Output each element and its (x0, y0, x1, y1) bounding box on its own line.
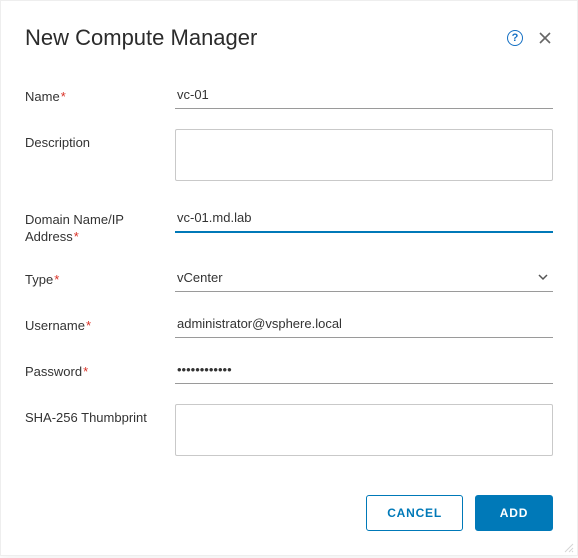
type-select[interactable] (175, 266, 553, 292)
label-type: Type* (25, 266, 175, 289)
thumbprint-field[interactable] (175, 404, 553, 456)
new-compute-manager-dialog: New Compute Manager ? Name* Description … (0, 0, 578, 556)
label-description: Description (25, 129, 175, 152)
cancel-button[interactable]: CANCEL (366, 495, 463, 531)
dialog-title: New Compute Manager (25, 25, 257, 51)
name-field[interactable] (175, 83, 553, 109)
close-icon[interactable] (537, 30, 553, 46)
description-field[interactable] (175, 129, 553, 181)
header-icons: ? (507, 30, 553, 46)
required-marker: * (61, 89, 66, 104)
password-field[interactable] (175, 358, 553, 384)
type-field[interactable] (175, 266, 553, 292)
username-field[interactable] (175, 312, 553, 338)
label-thumbprint: SHA-256 Thumbprint (25, 404, 175, 427)
required-marker: * (54, 272, 59, 287)
add-button[interactable]: ADD (475, 495, 553, 531)
label-username-text: Username (25, 318, 85, 333)
dialog-header: New Compute Manager ? (25, 25, 553, 51)
row-thumbprint: SHA-256 Thumbprint (25, 404, 553, 461)
required-marker: * (74, 229, 79, 244)
row-name: Name* (25, 83, 553, 109)
label-domain: Domain Name/IP Address* (25, 206, 175, 246)
domain-field[interactable] (175, 206, 553, 233)
row-domain: Domain Name/IP Address* (25, 206, 553, 246)
label-name-text: Name (25, 89, 60, 104)
label-name: Name* (25, 83, 175, 106)
label-username: Username* (25, 312, 175, 335)
row-type: Type* (25, 266, 553, 292)
row-description: Description (25, 129, 553, 186)
help-icon[interactable]: ? (507, 30, 523, 46)
required-marker: * (83, 364, 88, 379)
label-password-text: Password (25, 364, 82, 379)
dialog-footer: CANCEL ADD (25, 495, 553, 531)
row-password: Password* (25, 358, 553, 384)
resize-handle-icon[interactable] (562, 540, 574, 552)
label-password: Password* (25, 358, 175, 381)
label-type-text: Type (25, 272, 53, 287)
row-username: Username* (25, 312, 553, 338)
required-marker: * (86, 318, 91, 333)
